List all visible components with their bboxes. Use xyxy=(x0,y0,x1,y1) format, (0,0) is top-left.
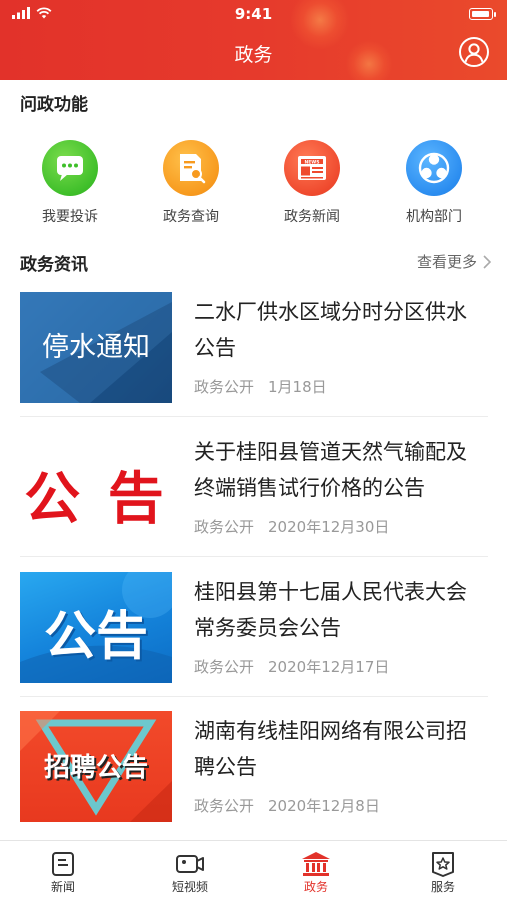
news-thumbnail: 公告 xyxy=(20,572,172,683)
thumbnail-caption: 公 告 xyxy=(24,467,168,532)
news-title: 桂阳县第十七届人民代表大会常务委员会公告 xyxy=(194,580,467,640)
divider xyxy=(20,556,488,557)
function-news[interactable]: NEWS 政务新闻 xyxy=(262,140,362,232)
news-source: 政务公开 xyxy=(194,378,255,396)
divider xyxy=(20,416,488,417)
svg-text:NEWS: NEWS xyxy=(304,159,319,165)
section-title-news: 政务资讯 xyxy=(20,255,88,275)
function-query[interactable]: 政务查询 xyxy=(141,140,241,232)
user-profile-button[interactable] xyxy=(459,37,489,67)
page-title: 政务 xyxy=(234,44,273,66)
news-date: 2020年12月17日 xyxy=(268,658,390,676)
news-source: 政务公开 xyxy=(194,518,255,536)
news-title: 湖南有线桂阳网络有限公司招聘公告 xyxy=(194,719,467,779)
news-source: 政务公开 xyxy=(194,797,255,815)
video-camera-icon xyxy=(176,855,204,873)
function-label: 政务查询 xyxy=(163,209,219,225)
function-label: 我要投诉 xyxy=(42,209,98,225)
chevron-right-icon xyxy=(483,254,491,269)
news-thumbnail: 停水通知 xyxy=(20,292,172,403)
tab-label: 短视频 xyxy=(171,880,208,894)
news-title: 二水厂供水区域分时分区供水公告 xyxy=(194,300,467,360)
tab-label: 新闻 xyxy=(50,880,75,894)
function-label: 机构部门 xyxy=(406,209,462,225)
section-title-functions: 问政功能 xyxy=(20,95,88,115)
news-meta: 政务公开 2020年12月17日 xyxy=(194,656,389,677)
service-star-icon xyxy=(432,852,454,877)
tab-news[interactable]: 新闻 xyxy=(0,841,126,900)
tab-label: 服务 xyxy=(430,880,455,894)
news-thumbnail: 公 告 xyxy=(20,432,172,543)
news-meta: 政务公开 2020年12月8日 xyxy=(194,795,380,816)
view-more-link[interactable]: 查看更多 xyxy=(417,251,491,272)
thumbnail-caption: 招聘公告 xyxy=(43,753,148,783)
news-date: 1月18日 xyxy=(268,378,327,396)
tab-label: 政务 xyxy=(303,880,328,894)
tab-government[interactable]: 政务 xyxy=(253,841,379,900)
function-grid: 我要投诉 政务查询 NEWS 政务新闻 机构部门 xyxy=(0,140,507,232)
news-list-item[interactable]: 招聘公告 湖南有线桂阳网络有限公司招聘公告 政务公开 2020年12月8日 xyxy=(20,711,488,850)
news-date: 2020年12月30日 xyxy=(268,518,390,536)
news-title: 关于桂阳县管道天然气输配及终端销售试行价格的公告 xyxy=(194,440,467,500)
news-date: 2020年12月8日 xyxy=(268,797,380,815)
news-source: 政务公开 xyxy=(194,658,255,676)
status-bar: 9:41 xyxy=(0,0,507,28)
document-search-icon xyxy=(163,140,219,196)
news-thumbnail: 招聘公告 xyxy=(20,711,172,822)
news-doc-icon xyxy=(52,852,74,876)
function-organization[interactable]: 机构部门 xyxy=(384,140,484,232)
function-complaint[interactable]: 我要投诉 xyxy=(20,140,120,232)
government-building-icon xyxy=(302,852,330,876)
news-meta: 政务公开 2020年12月30日 xyxy=(194,516,389,537)
thumbnail-caption: 停水通知 xyxy=(42,332,150,363)
thumbnail-caption: 公告 xyxy=(43,607,148,667)
tab-service[interactable]: 服务 xyxy=(380,841,506,900)
view-more-label: 查看更多 xyxy=(416,253,477,271)
tab-short-video[interactable]: 短视频 xyxy=(127,841,253,900)
status-time: 9:41 xyxy=(234,5,273,23)
battery-icon xyxy=(469,8,496,20)
news-list-item[interactable]: 公告 桂阳县第十七届人民代表大会常务委员会公告 政务公开 2020年12月17日 xyxy=(20,572,488,711)
news-meta: 政务公开 1月18日 xyxy=(194,376,327,397)
news-list-item[interactable]: 公 告 关于桂阳县管道天然气输配及终端销售试行价格的公告 政务公开 2020年12… xyxy=(20,432,488,571)
user-icon xyxy=(464,43,484,63)
top-header: 9:41 政务 xyxy=(0,0,507,80)
news-list-item[interactable]: 停水通知 二水厂供水区域分时分区供水公告 政务公开 1月18日 xyxy=(20,292,488,431)
chat-bubble-icon xyxy=(42,140,98,196)
function-label: 政务新闻 xyxy=(284,209,340,225)
organization-icon xyxy=(406,140,462,196)
bottom-tab-bar: 新闻 短视频 政务 服务 xyxy=(0,840,507,900)
news-icon: NEWS xyxy=(284,140,340,196)
divider xyxy=(20,696,488,697)
